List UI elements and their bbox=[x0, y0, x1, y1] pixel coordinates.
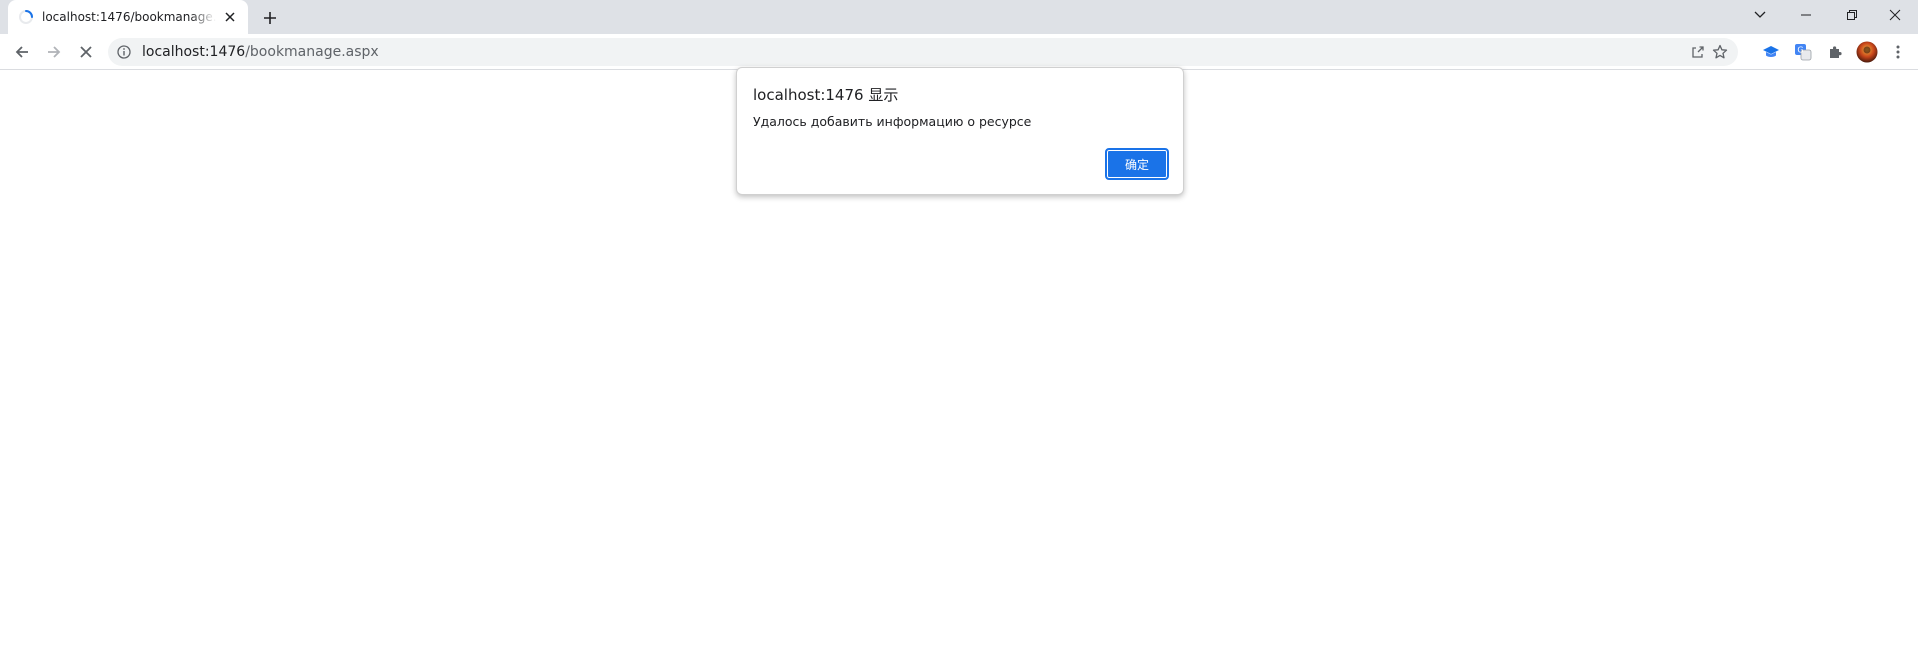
restore-button[interactable] bbox=[1829, 0, 1875, 30]
tab-search-button[interactable] bbox=[1737, 0, 1783, 30]
url-text[interactable]: localhost:1476/bookmanage.aspx bbox=[142, 38, 379, 66]
arrow-right-icon bbox=[48, 46, 61, 58]
dialog-message: Удалось добавить информацию о ресурсе bbox=[753, 114, 1032, 129]
spinner-icon bbox=[18, 9, 34, 25]
extension-graduation-cap-icon[interactable] bbox=[1757, 38, 1785, 66]
extension-translate-icon[interactable]: G bbox=[1789, 38, 1817, 66]
plus-icon bbox=[264, 12, 276, 24]
dialog-title: localhost:1476 显示 bbox=[753, 86, 899, 104]
browser-toolbar: localhost:1476/bookmanage.aspx G bbox=[0, 34, 1918, 70]
more-vertical-icon[interactable] bbox=[1884, 38, 1912, 66]
tab-title: localhost:1476/bookmanage.aspx bbox=[42, 10, 216, 24]
avatar[interactable] bbox=[1853, 38, 1881, 66]
url-path: /bookmanage.aspx bbox=[245, 44, 379, 60]
back-button[interactable] bbox=[8, 38, 36, 66]
tab-close-icon[interactable] bbox=[222, 9, 238, 25]
new-tab-button[interactable] bbox=[258, 6, 282, 30]
close-window-button[interactable] bbox=[1872, 0, 1918, 30]
tab-strip: localhost:1476/bookmanage.aspx bbox=[0, 0, 1918, 34]
svg-text:G: G bbox=[1797, 46, 1803, 55]
ok-button[interactable]: 确定 bbox=[1105, 148, 1169, 180]
forward-button[interactable] bbox=[40, 38, 68, 66]
stop-loading-icon bbox=[80, 46, 92, 58]
extensions-puzzle-icon[interactable] bbox=[1821, 38, 1849, 66]
browser-tab[interactable]: localhost:1476/bookmanage.aspx bbox=[8, 0, 248, 34]
stop-loading-button[interactable] bbox=[72, 38, 100, 66]
minimize-button[interactable] bbox=[1783, 0, 1829, 30]
close-icon bbox=[1889, 9, 1901, 21]
alert-dialog: localhost:1476 显示 Удалось добавить инфор… bbox=[736, 67, 1184, 195]
arrow-left-icon bbox=[15, 46, 28, 58]
url-host: localhost:1476 bbox=[142, 44, 246, 60]
chevron-down-icon bbox=[1754, 11, 1766, 18]
restore-icon bbox=[1847, 10, 1857, 20]
info-icon[interactable] bbox=[116, 44, 132, 60]
minimize-icon bbox=[1801, 14, 1811, 16]
share-icon[interactable] bbox=[1688, 42, 1708, 62]
address-bar[interactable]: localhost:1476/bookmanage.aspx bbox=[108, 38, 1738, 66]
star-icon[interactable] bbox=[1710, 42, 1730, 62]
